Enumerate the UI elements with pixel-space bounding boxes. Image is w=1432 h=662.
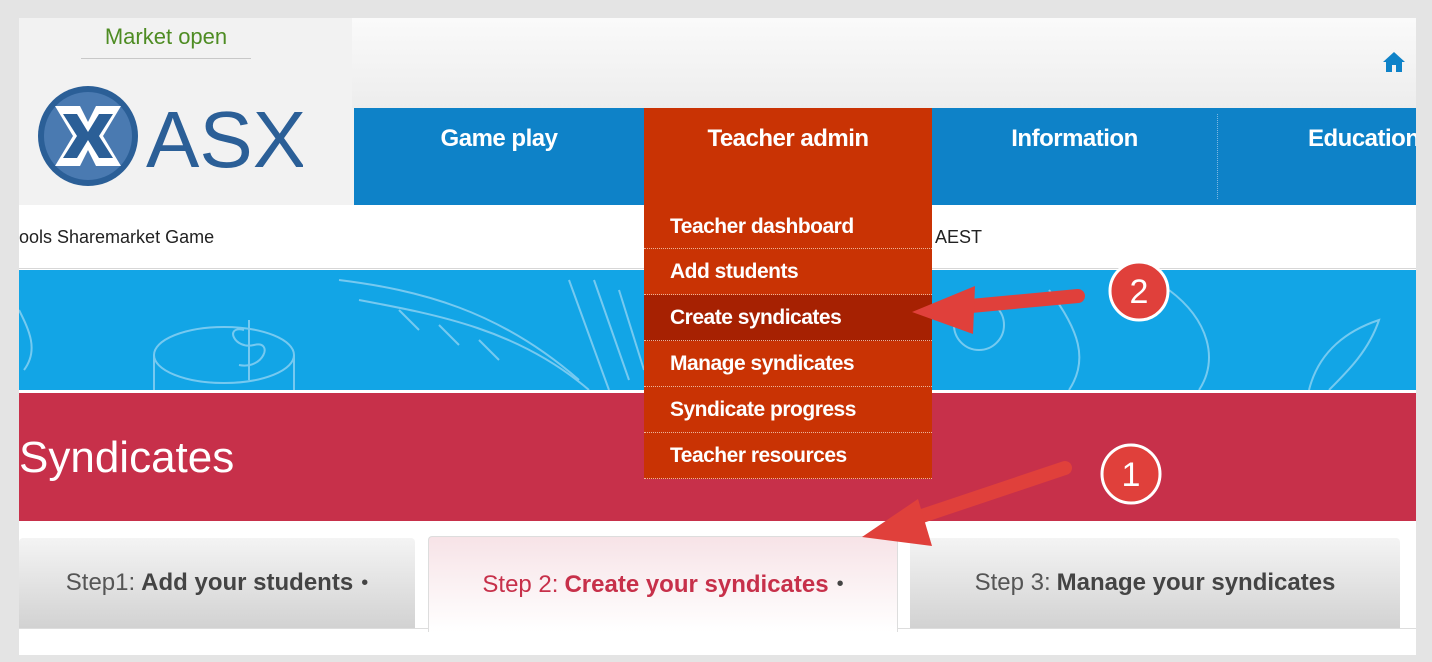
home-button[interactable] [1382,50,1406,74]
page-frame: Market open ASX Game play Information Ed… [19,18,1416,655]
menu-item-teacher-resources[interactable]: Teacher resources [644,433,932,479]
asx-logo-icon: ASX [38,86,306,186]
logo-panel: Market open ASX [19,18,354,205]
step-tabs: Step1: Add your students • Step 2: Creat… [19,536,1416,655]
nav-game-play[interactable]: Game play [354,108,644,205]
nav-teacher-admin[interactable]: Teacher admin [644,108,932,205]
nav-divider [1217,114,1218,199]
site-title: ools Sharemarket Game [19,227,215,247]
menu-item-teacher-dashboard[interactable]: Teacher dashboard [644,205,932,249]
home-icon [1383,52,1405,72]
market-status: Market open [81,24,251,59]
asx-logo[interactable]: ASX [33,84,306,199]
logo-text: ASX [146,95,303,184]
teacher-admin-dropdown: Teacher admin Teacher dashboard Add stud… [644,108,932,479]
menu-item-create-syndicates[interactable]: Create syndicates [644,295,932,341]
tab-step1-add-students[interactable]: Step1: Add your students • [19,538,415,628]
tab-bullet: • [836,573,844,595]
tab-step2-create-syndicates[interactable]: Step 2: Create your syndicates • [428,536,898,632]
nav-information[interactable]: Information [932,108,1217,205]
tab-label: Add your students [141,569,354,596]
tab-step3-manage-syndicates[interactable]: Step 3: Manage your syndicates [910,538,1400,628]
tab-label: Manage your syndicates [1056,569,1336,596]
menu-item-add-students[interactable]: Add students [644,249,932,295]
tab-label: Create your syndicates [564,570,829,598]
nav-education[interactable]: Education [1222,108,1416,205]
time-zone-label: AEST [935,227,983,247]
tab-bullet: • [361,571,369,594]
menu-item-manage-syndicates[interactable]: Manage syndicates [644,341,932,387]
page-title: Syndicates [19,433,235,482]
menu-item-syndicate-progress[interactable]: Syndicate progress [644,387,932,433]
top-strip [352,18,1416,108]
tab-step-prefix: Step 3: [974,569,1051,596]
tab-step-prefix: Step 2: [482,570,559,598]
tab-step-prefix: Step1: [65,569,136,596]
